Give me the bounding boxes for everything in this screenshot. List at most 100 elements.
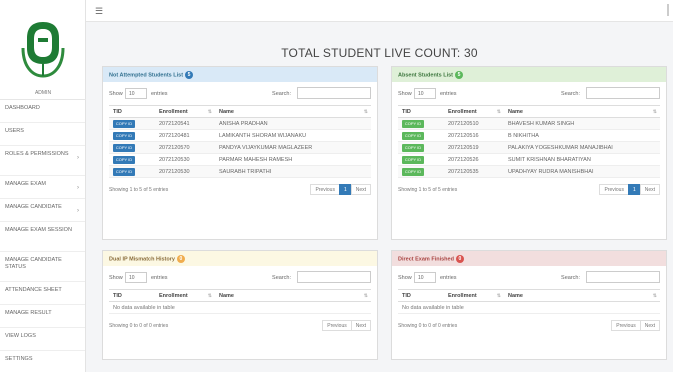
table-controls: Show 10 entries Search: — [109, 87, 371, 103]
copy-id-button[interactable]: COPY ID — [113, 155, 135, 164]
column-header-enrollment[interactable]: Enrollment ⇅ — [444, 105, 504, 118]
search-input[interactable] — [586, 87, 660, 99]
count-badge: 5 — [455, 71, 464, 79]
column-header-name[interactable]: Name ⇅ — [215, 105, 371, 118]
column-header-enrollment[interactable]: Enrollment ⇅ — [155, 105, 215, 118]
sidebar-item-manage-result[interactable]: MANAGE RESULT — [0, 305, 85, 328]
exam-finished-table: TID Enrollment ⇅ Name ⇅ No data available … — [398, 289, 660, 314]
name-cell: ANISHA PRADHAN — [215, 117, 371, 130]
sidebar-item-view-logs[interactable]: VIEW LOGS — [0, 328, 85, 351]
column-header-tid[interactable]: TID — [109, 289, 155, 302]
copy-id-button[interactable]: COPY ID — [402, 119, 424, 128]
sidebar-item-roles-permissions[interactable]: ROLES & PERMISSIONS › — [0, 146, 85, 176]
sidebar-nav: DASHBOARD USERS ROLES & PERMISSIONS › MANAGE… — [0, 100, 85, 372]
show-label: Show — [398, 91, 412, 97]
previous-button[interactable]: Previous — [322, 320, 352, 331]
sidebar-item-label: MANAGE EXAM SESSION — [5, 227, 72, 233]
copy-id-button[interactable]: COPY ID — [402, 167, 424, 176]
university-logo-icon — [21, 22, 65, 78]
tid-cell: COPY ID — [398, 117, 444, 130]
table-controls: Show 10 entries Search: — [398, 87, 660, 103]
previous-button[interactable]: Previous — [310, 184, 340, 195]
enrollment-cell: 2072120526 — [444, 153, 504, 166]
logo-label: ADMIN — [34, 90, 52, 96]
entries-select[interactable]: 10 — [414, 88, 436, 99]
table-info: Showing 1 to 5 of 5 entries — [109, 187, 169, 193]
search-input[interactable] — [586, 271, 660, 283]
copy-id-button[interactable]: COPY ID — [402, 131, 424, 140]
name-cell: PALAKIYA YOGESHKUMAR MANAJIBHAI — [504, 141, 660, 154]
copy-id-button[interactable]: COPY ID — [113, 119, 135, 128]
panel-title: Absent Students List — [398, 72, 454, 79]
tid-cell: COPY ID — [109, 141, 155, 154]
sidebar-item-settings[interactable]: SETTINGS — [0, 351, 85, 372]
exam-finished-panel: Direct Exam Finished 0 Show 10 entries Se… — [391, 250, 667, 360]
tid-cell: COPY ID — [109, 165, 155, 178]
copy-id-button[interactable]: COPY ID — [113, 131, 135, 140]
next-button[interactable]: Next — [639, 184, 660, 195]
table-controls: Show 10 entries Search: — [109, 271, 371, 287]
pagination: Previous 1 Next — [599, 184, 660, 195]
pagination: Previous Next — [611, 320, 660, 331]
sidebar-item-manage-exam[interactable]: MANAGE EXAM › — [0, 176, 85, 199]
hamburger-menu-icon[interactable]: ☰ — [95, 6, 103, 17]
pagination: Previous Next — [322, 320, 371, 331]
search-input[interactable] — [297, 271, 371, 283]
enrollment-cell: 2072120510 — [444, 117, 504, 130]
copy-id-button[interactable]: COPY ID — [402, 155, 424, 164]
sidebar-item-label: MANAGE RESULT — [5, 310, 52, 316]
table-row: COPY ID 2072120516 B NIKHITHA — [398, 129, 660, 142]
sidebar-item-manage-exam-session[interactable]: MANAGE EXAM SESSION — [0, 222, 85, 252]
column-header-enrollment[interactable]: Enrollment ⇅ — [444, 289, 504, 302]
sidebar-item-label: ROLES & PERMISSIONS — [5, 151, 69, 157]
column-header-tid[interactable]: TID — [398, 105, 444, 118]
search-input[interactable] — [297, 87, 371, 99]
name-cell: PANDYA VIJAYKUMAR MAGLAZEER — [215, 141, 371, 154]
show-label: Show — [398, 275, 412, 281]
page-title: TOTAL STUDENT LIVE COUNT: 30 — [281, 46, 478, 60]
name-cell: PARMAR MAHESH RAMESH — [215, 153, 371, 166]
column-header-name[interactable]: Name ⇅ — [504, 289, 660, 302]
search-label: Search: — [561, 91, 580, 97]
entries-select[interactable]: 10 — [125, 272, 147, 283]
tid-cell: COPY ID — [398, 141, 444, 154]
table-footer: Showing 1 to 5 of 5 entries Previous 1 N… — [398, 182, 660, 200]
enrollment-cell: 2072120535 — [444, 165, 504, 178]
enrollment-cell: 2072120516 — [444, 129, 504, 142]
previous-button[interactable]: Previous — [599, 184, 629, 195]
next-button[interactable]: Next — [350, 184, 371, 195]
not-attempted-panel: Not Attempted Students List 5 Show 10 ent… — [102, 66, 378, 240]
copy-id-button[interactable]: COPY ID — [402, 143, 424, 152]
column-header-name[interactable]: Name ⇅ — [215, 289, 371, 302]
column-header-name[interactable]: Name ⇅ — [504, 105, 660, 118]
table-row: COPY ID 2072120570 PANDYA VIJAYKUMAR MAGLA… — [109, 141, 371, 154]
count-badge: 0 — [455, 255, 464, 263]
sidebar-item-users[interactable]: USERS — [0, 123, 85, 146]
entries-select[interactable]: 10 — [414, 272, 436, 283]
sidebar-item-label: VIEW LOGS — [5, 333, 36, 339]
column-header-tid[interactable]: TID — [109, 105, 155, 118]
copy-id-button[interactable]: COPY ID — [113, 143, 135, 152]
sidebar-item-label: MANAGE CANDIDATE STATUS — [5, 257, 62, 270]
tid-cell: COPY ID — [109, 153, 155, 166]
sidebar-item-manage-candidate[interactable]: MANAGE CANDIDATE › — [0, 199, 85, 222]
table-row: COPY ID 2072120530 SAURABH TRIPATHI — [109, 165, 371, 178]
sidebar-item-dashboard[interactable]: DASHBOARD — [0, 100, 85, 123]
table-footer: Showing 1 to 5 of 5 entries Previous 1 N… — [109, 182, 371, 200]
sidebar-item-attendance-sheet[interactable]: ATTENDANCE SHEET — [0, 282, 85, 305]
empty-table-message: No data available in table — [398, 301, 660, 314]
entries-select[interactable]: 10 — [125, 88, 147, 99]
previous-button[interactable]: Previous — [611, 320, 641, 331]
copy-id-button[interactable]: COPY ID — [113, 167, 135, 176]
column-header-tid[interactable]: TID — [398, 289, 444, 302]
panel-title: Dual IP Mismatch History — [109, 256, 175, 263]
ip-mismatch-panel: Dual IP Mismatch History 0 Show 10 entrie… — [102, 250, 378, 360]
table-row: COPY ID 2072120481 LAMIKANTH SHORAM WIJANA… — [109, 129, 371, 142]
ip-mismatch-table: TID Enrollment ⇅ Name ⇅ No data available … — [109, 289, 371, 314]
name-cell: BHAVESH KUMAR SINGH — [504, 117, 660, 130]
sidebar-item-manage-candidate-status[interactable]: MANAGE CANDIDATE STATUS — [0, 252, 85, 282]
next-button[interactable]: Next — [350, 320, 371, 331]
next-button[interactable]: Next — [639, 320, 660, 331]
column-header-enrollment[interactable]: Enrollment ⇅ — [155, 289, 215, 302]
chevron-right-icon: › — [77, 185, 79, 191]
